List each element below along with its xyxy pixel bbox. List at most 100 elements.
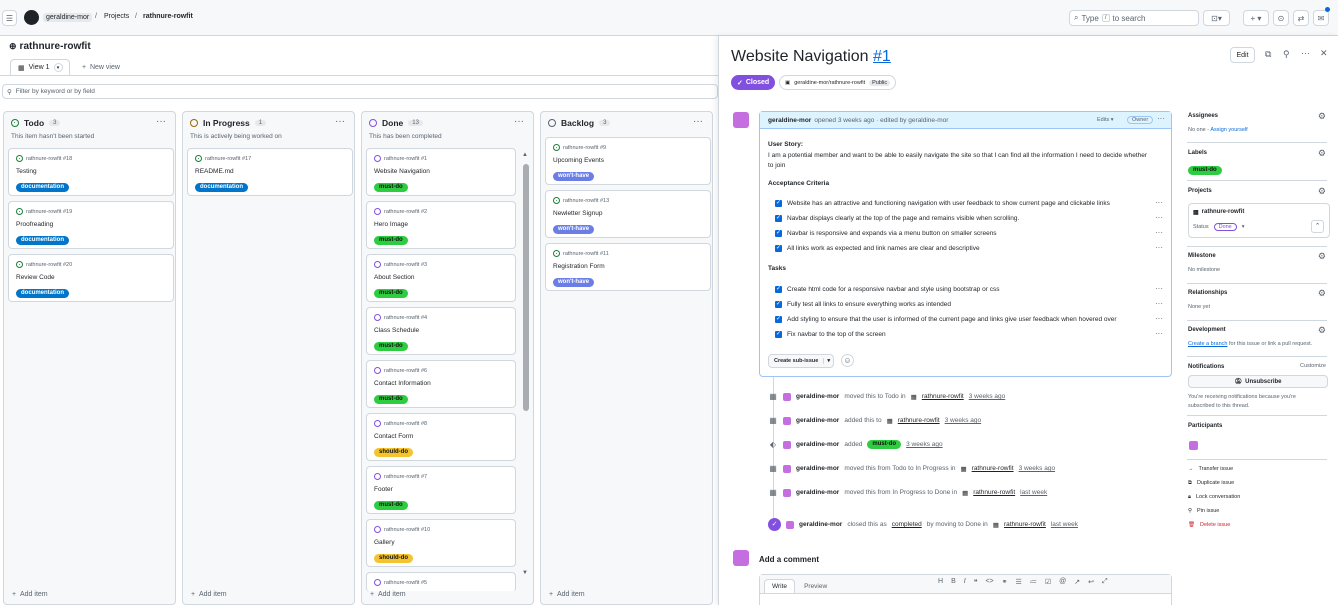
unsubscribe-button[interactable]: 🔕︎ Unsubscribe [1188,375,1328,388]
mention-icon[interactable]: @ [1059,578,1066,586]
add-item-button[interactable]: + Add item [549,591,585,598]
card[interactable]: rathnure-rowfit #9 Upcoming Events won't-h… [545,137,711,185]
card[interactable]: rathnure-rowfit #17 README.md documentatio… [187,148,353,196]
column-scrollbar[interactable] [523,164,529,411]
transfer-issue-action[interactable]: → Transfer issue [1188,466,1233,472]
add-item-button[interactable]: + Add item [370,591,520,598]
create-sub-issue-button[interactable]: Create sub-issue ▾ [768,354,835,368]
search-input[interactable]: ⌕ Type / to search [1069,10,1199,26]
card[interactable]: rathnure-rowfit #7 Footer must-do [366,466,516,514]
card[interactable]: rathnure-rowfit #6 Contact Information mus… [366,360,516,408]
item-menu-icon[interactable]: ··· [1155,299,1163,308]
label-badge[interactable]: must-do [867,440,902,449]
assignees-heading[interactable]: Assignees [1188,113,1218,119]
checkbox-checked-icon[interactable]: ✓ [775,230,782,237]
project-name[interactable]: rathnure-rowfit [1202,209,1245,216]
issues-icon[interactable]: ⊙ [1273,10,1289,26]
avatar[interactable] [786,520,794,529]
chevron-down-icon[interactable]: ▾ [53,63,63,72]
checkbox-checked-icon[interactable]: ✓ [775,200,782,207]
more-options-icon[interactable]: ··· [1301,48,1310,58]
avatar[interactable] [783,416,791,425]
card[interactable]: rathnure-rowfit #3 About Section must-do [366,254,516,302]
bullet-list-icon[interactable]: ☰ [1016,578,1022,586]
breadcrumb-repo[interactable]: rathnure-rowfit [143,13,193,20]
link-icon[interactable]: ⚭ [1002,578,1008,586]
item-menu-icon[interactable]: ··· [1155,243,1163,252]
milestone-heading[interactable]: Milestone [1188,253,1216,259]
gear-icon[interactable]: ⚙ [1318,148,1326,159]
comment-menu-icon[interactable]: ··· [1157,114,1165,123]
filter-input[interactable]: ⚲ Filter by keyword or by field [2,84,718,99]
add-item-button[interactable]: + Add item [12,591,48,598]
heading-icon[interactable]: H [938,578,943,586]
card[interactable]: rathnure-rowfit #11 Registration Form won'… [545,243,711,291]
tab-view-1[interactable]: ▦ View 1 ▾ [10,59,70,75]
gear-icon[interactable]: ⚙ [1318,325,1326,336]
chevron-down-icon[interactable]: ▾ [823,358,833,364]
new-view-button[interactable]: + New view [82,64,120,71]
scroll-up-icon[interactable]: ▲ [522,152,528,158]
reply-icon[interactable]: ↩ [1088,578,1094,586]
checkbox-checked-icon[interactable]: ✓ [775,245,782,252]
column-menu-icon[interactable]: ··· [514,116,524,127]
checkbox-checked-icon[interactable]: ✓ [775,286,782,293]
card[interactable]: rathnure-rowfit #8 Contact Form should-do [366,413,516,461]
breadcrumb-owner[interactable]: geraldine-mor [43,13,93,22]
collapse-chevron-icon[interactable]: ⌃ [1311,220,1324,233]
bold-icon[interactable]: B [951,578,956,586]
card[interactable]: rathnure-rowfit #10 Gallery should-do [366,519,516,567]
duplicate-issue-action[interactable]: ⧉ Duplicate issue [1188,480,1234,487]
column-menu-icon[interactable]: ··· [693,116,703,127]
item-menu-icon[interactable]: ··· [1155,228,1163,237]
checkbox-checked-icon[interactable]: ✓ [775,215,782,222]
inbox-icon[interactable]: ✉ [1313,10,1329,26]
development-heading[interactable]: Development [1188,327,1226,333]
pin-icon[interactable]: ⚲ [1283,49,1290,60]
labels-heading[interactable]: Labels [1188,150,1207,156]
emoji-reaction-icon[interactable]: ☺ [841,354,854,367]
status-value[interactable]: Done [1213,223,1237,231]
card[interactable]: rathnure-rowfit #4 Class Schedule must-do [366,307,516,355]
numbered-list-icon[interactable]: ≔ [1030,578,1037,586]
item-menu-icon[interactable]: ··· [1155,213,1163,222]
card[interactable]: rathnure-rowfit #19 Proofreading documenta… [8,201,174,249]
create-new-button[interactable]: + ▾ [1243,10,1269,26]
item-menu-icon[interactable]: ··· [1155,314,1163,323]
column-menu-icon[interactable]: ··· [335,116,345,127]
breadcrumb-projects[interactable]: Projects [104,13,129,20]
checkbox-checked-icon[interactable]: ✓ [775,301,782,308]
tab-preview[interactable]: Preview [795,580,836,593]
gear-icon[interactable]: ⚙ [1318,186,1326,197]
gear-icon[interactable]: ⚙ [1318,251,1326,262]
pin-issue-action[interactable]: ⚲ Pin issue [1188,508,1219,514]
label-badge[interactable]: must-do [1188,166,1222,175]
item-menu-icon[interactable]: ··· [1155,284,1163,293]
column-menu-icon[interactable]: ··· [156,116,166,127]
italic-icon[interactable]: I [964,578,966,586]
scroll-down-icon[interactable]: ▼ [522,570,528,576]
create-branch-link[interactable]: Create a branch [1188,341,1227,347]
avatar[interactable] [783,392,791,401]
avatar[interactable] [783,488,791,497]
card[interactable]: rathnure-rowfit #13 Newletter Signup won't… [545,190,711,238]
repo-chip[interactable]: ▣ geraldine-mor/rathnure-rowfit Public [779,75,897,90]
participant-avatar[interactable] [1189,441,1198,450]
edit-button[interactable]: Edit [1230,47,1255,63]
add-item-button[interactable]: + Add item [191,591,227,598]
card[interactable]: rathnure-rowfit #18 Testing documentation [8,148,174,196]
delete-issue-action[interactable]: 🗑︎ Delete issue [1188,522,1230,528]
relationships-heading[interactable]: Relationships [1188,290,1227,296]
fullscreen-icon[interactable]: ⤢ [1102,578,1108,586]
card[interactable]: rathnure-rowfit #5 [366,572,516,592]
checkbox-checked-icon[interactable]: ✓ [775,316,782,323]
gear-icon[interactable]: ⚙ [1318,288,1326,299]
card[interactable]: rathnure-rowfit #2 Hero Image must-do [366,201,516,249]
avatar[interactable] [783,440,791,449]
customize-link[interactable]: Customize [1300,363,1326,369]
close-icon[interactable]: ✕ [1320,48,1328,59]
edits-dropdown[interactable]: Edits ▾ [1097,117,1114,123]
lock-conversation-action[interactable]: 🔒︎ Lock conversation [1188,494,1240,501]
projects-heading[interactable]: Projects [1188,188,1212,194]
author-avatar[interactable] [733,112,749,128]
